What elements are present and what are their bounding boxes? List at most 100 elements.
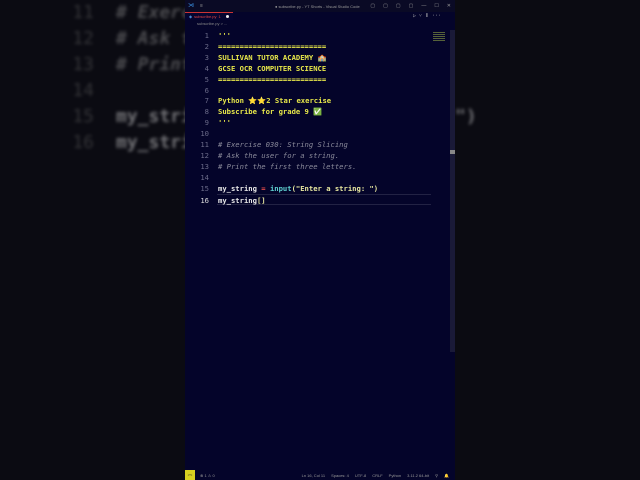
window-control-button[interactable]: ▢ bbox=[409, 3, 414, 9]
line-number: 8 bbox=[204, 107, 209, 117]
editor-action-button[interactable]: ⫴ bbox=[426, 13, 428, 19]
code-token: # Print the first three letters. bbox=[218, 161, 357, 171]
line-number: 14 bbox=[200, 172, 209, 182]
code-token: my_string bbox=[218, 195, 257, 205]
line-number: 5 bbox=[204, 74, 209, 84]
line-number: 13 bbox=[200, 161, 209, 171]
line-code: # Ask the user for a string. bbox=[218, 150, 339, 161]
vscode-logo-icon: ⋊ bbox=[188, 3, 194, 9]
background-line-number: 13 bbox=[72, 54, 94, 75]
code-token: ========================= bbox=[218, 41, 327, 51]
line-code: ========================= bbox=[218, 74, 326, 85]
python-file-icon: ◆ bbox=[189, 14, 193, 19]
title-bar: ⋊ ≡ ● subscribe.py - YT Shorts - Visual … bbox=[185, 0, 455, 12]
editor-action-button[interactable]: ··· bbox=[432, 13, 441, 19]
code-token: ''' bbox=[218, 31, 231, 40]
line-number: 10 bbox=[200, 129, 209, 139]
line-code: Subscribe for grade 9 ✅ bbox=[218, 106, 322, 117]
code-line: 13 # Print the first three letters. bbox=[185, 161, 431, 172]
code-line: 9 ''' bbox=[185, 117, 431, 128]
background-line-number: 15 bbox=[72, 106, 94, 127]
line-code: # Exercise 030: String Slicing bbox=[218, 139, 348, 150]
code-token: input bbox=[269, 183, 292, 193]
background-right-text: ") bbox=[455, 106, 477, 127]
code-token: ("Enter a string: ") bbox=[291, 183, 379, 193]
code-token: ========================= bbox=[218, 74, 327, 84]
window-control-button[interactable]: ✕ bbox=[447, 3, 451, 9]
status-bar: >< ⊗ 1 ⚠ 0 Ln 16, Col 11 Spaces: 4 UTF-8 CR… bbox=[185, 470, 455, 480]
code-line: 15 my_string = input("Enter a string: ") bbox=[185, 183, 431, 194]
window-control-button[interactable]: ▢ bbox=[396, 3, 401, 9]
window-control-button[interactable]: — bbox=[421, 3, 426, 9]
code-line: 4 GCSE OCR COMPUTER SCIENCE bbox=[185, 63, 431, 74]
background-line-number: 16 bbox=[72, 132, 94, 153]
status-item[interactable]: 3.11.2 64-bit bbox=[407, 473, 429, 478]
tab-problem-count: 1 bbox=[218, 14, 221, 19]
breadcrumb[interactable]: subscribe.py > ... bbox=[185, 20, 455, 27]
code-line: 7 Python ⭐⭐2 Star exercise bbox=[185, 95, 431, 106]
code-line: 2 ========================= bbox=[185, 41, 431, 52]
line-code: ''' bbox=[218, 30, 231, 41]
line-number: 11 bbox=[200, 140, 209, 149]
line-number: 3 bbox=[204, 52, 209, 62]
unsaved-dot-icon[interactable] bbox=[225, 15, 229, 18]
line-code: Python ⭐⭐2 Star exercise bbox=[218, 95, 331, 106]
vscode-window: ⋊ ≡ ● subscribe.py - YT Shorts - Visual … bbox=[185, 0, 455, 480]
code-token: SULLIVAN TUTOR ACADEMY 🏫 bbox=[218, 52, 327, 62]
status-item[interactable]: Python bbox=[389, 473, 401, 478]
code-line: 6 bbox=[185, 85, 431, 96]
tab-label: subscribe.py bbox=[194, 14, 217, 19]
code-token: GCSE OCR COMPUTER SCIENCE bbox=[218, 63, 327, 73]
window-title: ● subscribe.py - YT Shorts - Visual Stud… bbox=[275, 3, 360, 9]
status-item[interactable]: ⚲ bbox=[435, 473, 438, 478]
minimap[interactable] bbox=[433, 32, 445, 42]
code-line: 12 # Ask the user for a string. bbox=[185, 150, 431, 161]
code-line: 14 bbox=[185, 172, 431, 183]
code-token: Python ⭐⭐2 Star exercise bbox=[218, 96, 332, 106]
line-code: GCSE OCR COMPUTER SCIENCE bbox=[218, 63, 326, 74]
code-line: 1 ''' bbox=[185, 30, 431, 41]
status-item[interactable]: 🔔 bbox=[444, 473, 449, 478]
window-control-button[interactable]: ☐ bbox=[434, 3, 438, 9]
line-number: 15 bbox=[200, 183, 209, 193]
code-token: ''' bbox=[218, 118, 231, 128]
status-item[interactable]: CRLF bbox=[372, 473, 382, 478]
status-item[interactable]: Spaces: 4 bbox=[331, 473, 349, 478]
code-token: Subscribe for grade 9 ✅ bbox=[218, 107, 323, 117]
line-code: SULLIVAN TUTOR ACADEMY 🏫 bbox=[218, 52, 326, 63]
window-control-button[interactable]: ▢ bbox=[370, 3, 375, 9]
tab-subscribe-py[interactable]: ◆ subscribe.py 1 bbox=[185, 12, 233, 20]
code-line: 11 # Exercise 030: String Slicing bbox=[185, 139, 431, 150]
hamburger-icon[interactable]: ≡ bbox=[200, 3, 203, 9]
code-line: 16 my_string[] bbox=[200, 193, 431, 206]
line-number: 2 bbox=[204, 41, 209, 51]
editor-action-button[interactable]: ▷ ˅ bbox=[413, 13, 422, 19]
remote-button[interactable]: >< bbox=[185, 470, 195, 480]
line-number: 12 bbox=[200, 150, 209, 160]
line-number: 7 bbox=[204, 96, 209, 106]
window-control-button[interactable]: ▢ bbox=[383, 3, 388, 9]
status-item[interactable]: UTF-8 bbox=[355, 473, 366, 478]
problems-indicator[interactable]: ⊗ 1 ⚠ 0 bbox=[200, 473, 215, 478]
status-item[interactable]: Ln 16, Col 11 bbox=[302, 473, 326, 478]
background-line-number: 12 bbox=[72, 28, 94, 49]
line-code: my_string[] bbox=[218, 195, 266, 206]
code-line: 8 Subscribe for grade 9 ✅ bbox=[185, 106, 431, 117]
line-number: 6 bbox=[204, 85, 209, 95]
line-number: 9 bbox=[204, 118, 209, 128]
line-code: # Print the first three letters. bbox=[218, 161, 356, 172]
code-line: 10 bbox=[185, 128, 431, 139]
code-token: # Ask the user for a string. bbox=[218, 150, 340, 160]
code-token: my_string bbox=[218, 183, 262, 193]
line-code: ''' bbox=[218, 117, 231, 128]
vertical-scrollbar[interactable] bbox=[450, 30, 455, 352]
line-number: 16 bbox=[200, 195, 209, 205]
line-number: 4 bbox=[204, 63, 209, 73]
background-line-number: 11 bbox=[72, 2, 94, 23]
line-code: ========================= bbox=[218, 41, 326, 52]
code-line: 5 ========================= bbox=[185, 74, 431, 85]
code-token: # Exercise 030: String Slicing bbox=[218, 140, 348, 149]
line-number: 1 bbox=[204, 31, 209, 40]
line-code: my_string = input("Enter a string: ") bbox=[218, 183, 378, 194]
background-line-number: 14 bbox=[72, 80, 94, 101]
